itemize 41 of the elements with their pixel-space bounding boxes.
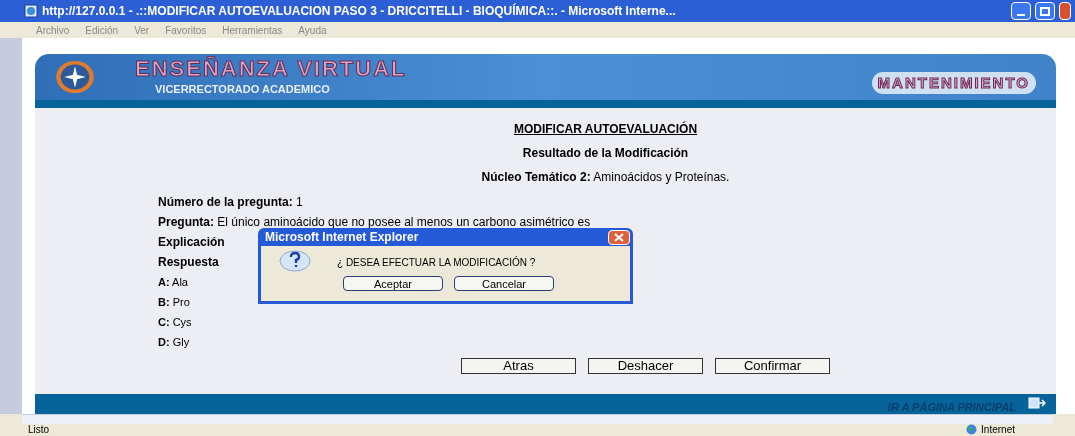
topic-text: Núcleo Temático 2: Aminoácidos y Proteínas. (481, 170, 730, 184)
banner-subtitle: VICERRECTORADO ACADEMICO (154, 81, 331, 97)
compass-logo-icon (55, 60, 95, 94)
dialog-button[interactable]: Aceptar (343, 276, 443, 291)
field-text: Pregunta: El único aminoácido que no posee al menos un carbono asimétrico es (158, 215, 591, 229)
field-text: Respuesta (158, 255, 219, 269)
answer-text: C: Cys (158, 316, 192, 329)
answer-text: B: Pro (158, 296, 190, 309)
answer-text: D: Gly (158, 336, 190, 349)
page-subheading: Resultado de la Modificación (522, 146, 689, 160)
close-button[interactable] (1059, 2, 1071, 20)
horizontal-scrollbar[interactable] (22, 414, 1053, 424)
answer-text: A: Ala (158, 276, 188, 289)
page-heading: MODIFICAR AUTOEVALUACIÓN (513, 122, 698, 136)
field-text: Explicación (158, 235, 225, 249)
exit-icon (1028, 397, 1046, 411)
browser-icon (24, 4, 38, 18)
dialog-button[interactable]: Cancelar (454, 276, 554, 291)
menu-item[interactable]: Herramientas (222, 22, 283, 38)
field-text: Número de la pregunta: 1 (158, 195, 303, 209)
status-text: Listo (28, 424, 51, 435)
menu-item[interactable]: Ver (134, 22, 150, 38)
minimize-button[interactable] (1011, 2, 1031, 20)
banner-badge: MANTENIMIENTO (871, 71, 1036, 94)
action-button[interactable]: Deshacer (588, 358, 703, 374)
zone-text: Internet (981, 424, 1015, 435)
dialog-message: ¿ DESEA EFECTUAR LA MODIFICACIÓN ? (337, 255, 536, 270)
menu-item[interactable]: Edición (85, 22, 119, 38)
action-button[interactable]: Confirmar (715, 358, 830, 374)
menu-item[interactable]: Favoritos (165, 22, 207, 38)
maximize-button[interactable] (1035, 2, 1055, 20)
close-icon (614, 232, 624, 242)
menu-item[interactable]: Archivo (36, 22, 70, 38)
globe-icon (966, 424, 978, 435)
window-title: http://127.0.0.1 - .::MODIFICAR AUTOEVALUACION PASO 3 - DRICCITELLI - BIOQUÍMICA::. - Microsoft Interne... (42, 2, 677, 20)
dialog-title: Microsoft Internet Explorer (265, 229, 419, 246)
action-button[interactable]: Atras (461, 358, 576, 374)
close-button[interactable] (608, 229, 630, 245)
question-icon (279, 250, 311, 274)
banner-title: ENSEÑANZA VIRTUAL (135, 56, 408, 81)
menu-item[interactable]: Ayuda (298, 22, 327, 38)
